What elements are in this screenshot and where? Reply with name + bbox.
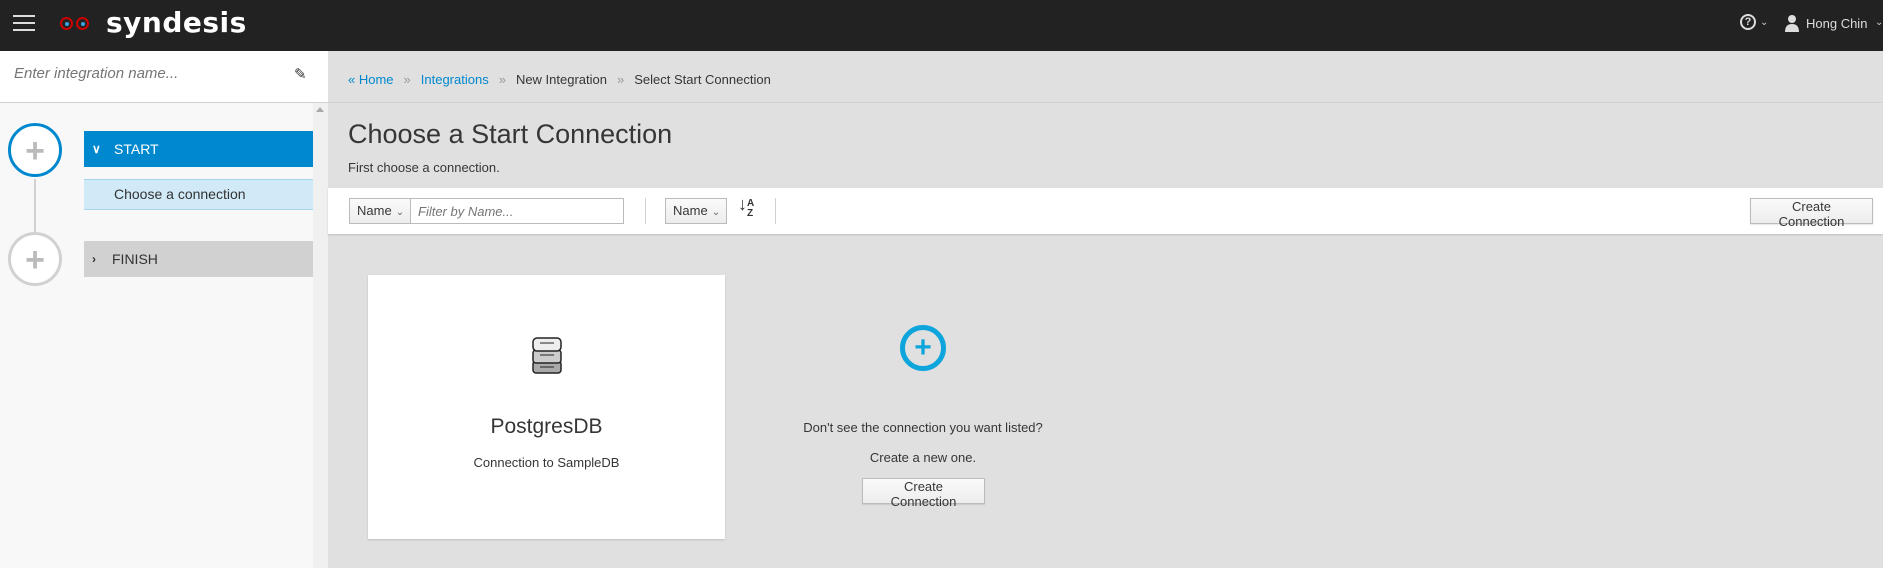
- create-connection-button[interactable]: Create Connection: [1750, 198, 1873, 229]
- sort-field-label: Name: [673, 203, 708, 218]
- chevron-down-icon: ⌄: [711, 207, 721, 218]
- breadcrumb-separator: »: [498, 72, 506, 87]
- sort-alpha-asc-icon[interactable]: ↓A Z: [738, 195, 754, 219]
- breadcrumb-current: Select Start Connection: [634, 72, 771, 87]
- step-start-label: START: [114, 141, 159, 157]
- new-connection-prompt: Create a new one.: [869, 450, 977, 465]
- integration-name-input[interactable]: [14, 65, 284, 82]
- database-icon: [532, 337, 562, 374]
- finish-step-plus-icon[interactable]: +: [8, 232, 62, 286]
- step-finish-label: FINISH: [112, 251, 158, 267]
- sidebar-scrollbar[interactable]: [313, 103, 328, 568]
- add-connection-plus-icon[interactable]: +: [900, 325, 946, 371]
- top-navbar: syndesis ? ⌄ Hong Chin ⌄: [0, 0, 1883, 51]
- pencil-icon[interactable]: ✎: [294, 65, 307, 83]
- step-connector-line: [34, 179, 36, 232]
- breadcrumb: « Home » Integrations » New Integration » Sele…: [348, 72, 771, 87]
- step-start[interactable]: ∨ START: [84, 131, 313, 167]
- breadcrumb-separator: »: [617, 72, 625, 87]
- create-connection-button-secondary[interactable]: Create Connection: [862, 478, 985, 509]
- sort-field-dropdown[interactable]: Name ⌄: [665, 198, 727, 224]
- start-step-plus-icon[interactable]: +: [8, 123, 62, 177]
- divider: [645, 198, 646, 224]
- page-subtitle: First choose a connection.: [348, 160, 500, 175]
- connection-card[interactable]: PostgresDB Connection to SampleDB: [368, 275, 725, 539]
- breadcrumb-new-integration: New Integration: [515, 72, 607, 87]
- filter-input[interactable]: [411, 198, 624, 224]
- main-content: « Home » Integrations » New Integration » Sele…: [328, 51, 1883, 568]
- chevron-right-icon: ›: [92, 252, 96, 266]
- divider: [328, 102, 1883, 103]
- user-caret-icon[interactable]: ⌄: [1875, 17, 1883, 28]
- hamburger-menu-icon[interactable]: [13, 15, 35, 31]
- filter-field-label: Name: [357, 203, 392, 218]
- user-menu[interactable]: Hong Chin: [1806, 16, 1867, 31]
- new-connection-question: Don't see the connection you want listed…: [803, 420, 1043, 435]
- user-icon[interactable]: [1785, 14, 1799, 32]
- breadcrumb-integrations[interactable]: Integrations: [421, 72, 489, 87]
- integration-sidebar: ✎ + + ∨ START Choose a connection › FINISH: [0, 51, 328, 568]
- syndesis-logo-icon: [60, 17, 90, 31]
- help-icon[interactable]: ?: [1740, 14, 1756, 30]
- divider: [775, 198, 776, 224]
- filter-toolbar: Name⌄ Name⌄ ↓AZ Create Connection: [328, 188, 1883, 234]
- breadcrumb-home[interactable]: « Home: [348, 72, 394, 87]
- brand-name[interactable]: syndesis: [106, 6, 247, 39]
- page-title: Choose a Start Connection: [348, 119, 673, 149]
- scroll-up-arrow-icon[interactable]: [316, 107, 324, 112]
- filter-field-dropdown[interactable]: Name ⌄: [349, 198, 411, 224]
- breadcrumb-separator: »: [403, 72, 411, 87]
- step-finish[interactable]: › FINISH: [84, 241, 313, 277]
- chevron-down-icon: ⌄: [395, 207, 405, 218]
- connection-description: Connection to SampleDB: [473, 455, 620, 470]
- chevron-down-icon: ∨: [92, 142, 101, 156]
- help-caret-icon[interactable]: ⌄: [1760, 17, 1768, 28]
- step-choose-connection[interactable]: Choose a connection: [84, 179, 313, 210]
- connection-name: PostgresDB: [490, 415, 603, 438]
- integration-name-box: ✎: [0, 51, 328, 103]
